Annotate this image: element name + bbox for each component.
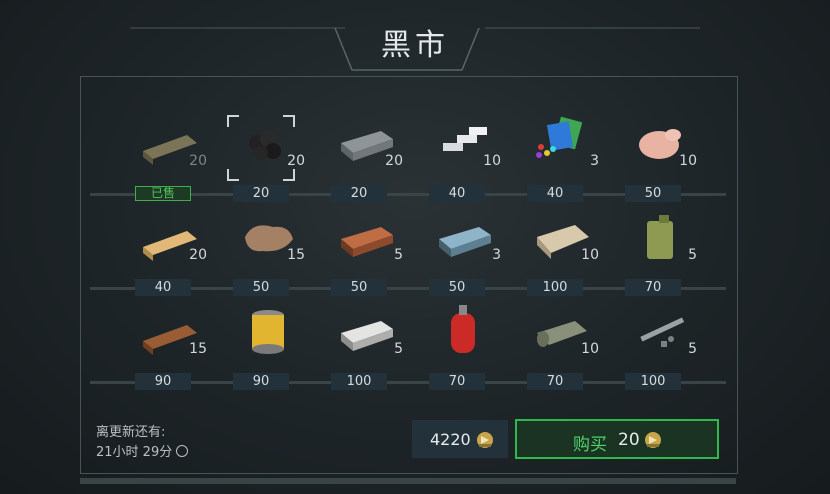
item-price: 70 [527, 373, 583, 390]
item-quantity: 5 [688, 247, 697, 263]
fuel-canister-icon [625, 207, 695, 267]
market-slot-wooden-plank[interactable]: 20 已售 [127, 113, 213, 203]
market-slot-copper-ingot[interactable]: 5 50 [323, 207, 409, 297]
item-price: 100 [331, 373, 387, 390]
market-slot-aluminum-bars[interactable]: 10 40 [421, 113, 507, 203]
buy-label: 购买 [573, 435, 607, 455]
item-price: 90 [233, 373, 289, 390]
gas-cylinder-icon [429, 301, 499, 361]
item-price: 40 [527, 185, 583, 202]
item-quantity: 5 [394, 247, 403, 263]
item-price: 40 [429, 185, 485, 202]
market-slot-silver-ingot[interactable]: 5 100 [323, 301, 409, 391]
item-quantity: 10 [581, 247, 599, 263]
item-price: 90 [135, 373, 191, 390]
item-quantity: 20 [385, 153, 403, 169]
item-quantity: 15 [287, 247, 305, 263]
item-price: 50 [233, 279, 289, 296]
market-slot-leather[interactable]: 15 50 [225, 207, 311, 297]
market-slot-oak-plank[interactable]: 15 90 [127, 301, 213, 391]
item-price: 50 [429, 279, 485, 296]
item-quantity: 20 [189, 247, 207, 263]
buy-cost: 20 [618, 430, 640, 450]
currency-balance: 4220 [412, 420, 508, 458]
item-price: 100 [625, 373, 681, 390]
item-price: 100 [527, 279, 583, 296]
bottom-edge [80, 478, 736, 484]
market-slot-gems[interactable]: 3 40 [519, 113, 605, 203]
market-slot-fabric-roll[interactable]: 10 70 [519, 301, 605, 391]
item-quantity: 5 [688, 341, 697, 357]
clock-icon [176, 445, 189, 457]
item-quantity: 10 [679, 153, 697, 169]
sold-badge: 已售 [135, 186, 191, 201]
balance-value: 4220 [430, 430, 471, 449]
buy-button[interactable]: 购买 20 [515, 419, 719, 459]
item-price: 20 [233, 185, 289, 202]
silver-ingot-icon [331, 301, 401, 361]
gems-icon [527, 113, 597, 173]
selection-corner [283, 169, 295, 181]
item-quantity: 10 [581, 341, 599, 357]
refresh-time-text: 21小时 29分 [96, 445, 173, 460]
item-quantity: 20 [287, 153, 305, 169]
refresh-timer: 21小时 29分 [96, 441, 189, 460]
item-price: 20 [331, 185, 387, 202]
oil-filter-icon [233, 301, 303, 361]
market-slot-steel-ingot[interactable]: 3 50 [421, 207, 507, 297]
steel-ingot-icon [429, 207, 499, 267]
refresh-label: 离更新还有: [96, 425, 166, 440]
market-slot-pine-plank[interactable]: 20 40 [127, 207, 213, 297]
item-price: 70 [625, 279, 681, 296]
coin-icon [477, 432, 493, 448]
copper-ingot-icon [331, 207, 401, 267]
market-slot-coal[interactable]: 20 20 [225, 113, 311, 203]
item-price: 70 [429, 373, 485, 390]
title-bar: 黑市 [0, 0, 830, 78]
item-price: 50 [331, 279, 387, 296]
item-quantity: 5 [394, 341, 403, 357]
market-slot-oil-filter[interactable]: 90 [225, 301, 311, 391]
item-quantity: 3 [590, 153, 599, 169]
market-slot-fuel-canister[interactable]: 5 70 [617, 207, 703, 297]
item-quantity: 10 [483, 153, 501, 169]
item-quantity: 15 [189, 341, 207, 357]
market-slot-metal-parts[interactable]: 5 100 [617, 301, 703, 391]
page-title: 黑市 [381, 28, 449, 63]
market-slot-raw-chicken[interactable]: 10 50 [617, 113, 703, 203]
market-slot-cloth[interactable]: 10 100 [519, 207, 605, 297]
selection-corner [283, 115, 295, 127]
market-slot-iron-ingot[interactable]: 20 20 [323, 113, 409, 203]
market-slot-gas-cylinder[interactable]: 70 [421, 301, 507, 391]
selection-corner [227, 115, 239, 127]
item-price: 40 [135, 279, 191, 296]
coin-icon [645, 432, 661, 448]
selection-corner [227, 169, 239, 181]
metal-parts-icon [625, 301, 695, 361]
item-price: 50 [625, 185, 681, 202]
item-quantity: 20 [189, 153, 207, 169]
item-quantity: 3 [492, 247, 501, 263]
